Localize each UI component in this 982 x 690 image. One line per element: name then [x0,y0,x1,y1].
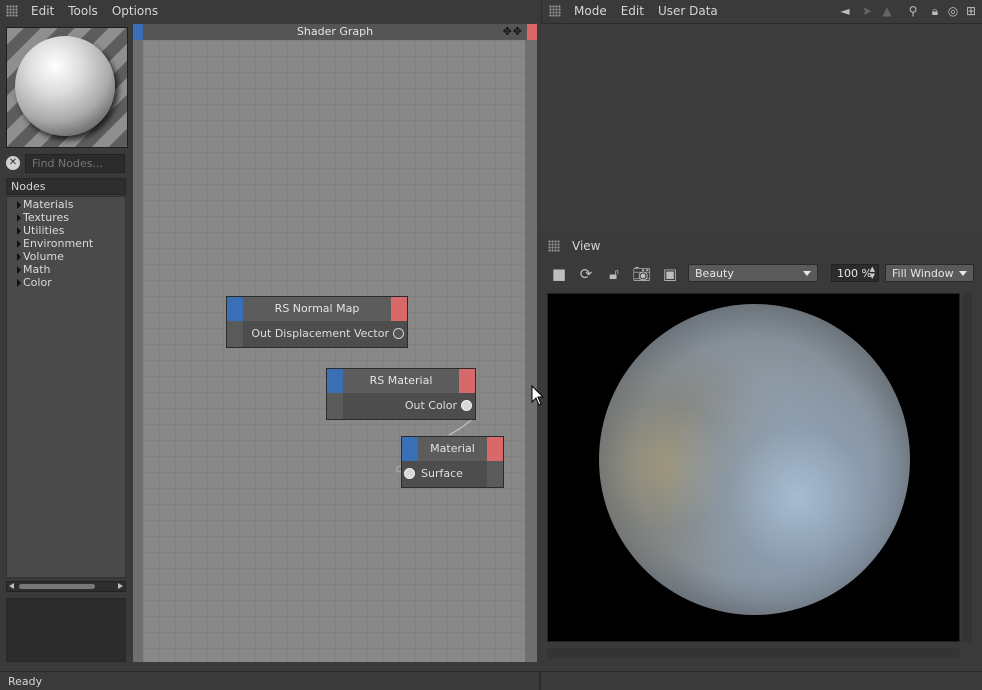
nodes-horizontal-scrollbar[interactable] [6,581,126,592]
expand-arrow-icon[interactable] [17,265,21,274]
zoom-field[interactable]: 100 % ▲ ▼ [831,264,879,282]
tree-item-volume[interactable]: Volume [7,250,125,263]
expand-arrow-icon[interactable] [17,226,21,235]
zoom-stepper-icon[interactable]: ▲ ▼ [870,266,875,280]
tree-item-environment[interactable]: Environment [7,237,125,250]
port-label: Out Displacement Vector [251,327,389,340]
find-nodes-input[interactable] [25,154,125,173]
snapshot-camera-icon[interactable]: 📷︎ [632,264,652,284]
panel-grip-icon[interactable] [548,240,560,252]
material-preview[interactable] [6,27,128,148]
back-arrow-icon[interactable]: ◄ [836,4,854,18]
scroll-right-icon[interactable] [118,583,123,589]
node-title: RS Material [369,374,433,387]
shader-graph-canvas[interactable]: RS Normal Map Out Displacement Vector RS… [133,40,537,662]
view-titlebar: View [541,236,982,256]
menu-tools[interactable]: Tools [61,4,105,18]
input-port-icon[interactable] [404,468,415,479]
tree-item-utilities[interactable]: Utilities [7,224,125,237]
refresh-render-icon[interactable]: ⟳ [576,264,596,284]
left-menubar: Edit Tools Options [0,0,540,22]
forward-arrow-icon[interactable]: ➤ [858,4,876,18]
node-editor-panel: Edit Tools Options ✕ Nodes Materials Tex… [0,0,540,668]
tree-item-materials[interactable]: Materials [7,198,125,211]
lock-icon[interactable]: 🔒︎ [928,4,942,18]
chevron-down-icon [803,271,811,276]
scrollbar-thumb[interactable] [19,584,95,589]
node-input-handle[interactable] [327,369,343,393]
node-output-handle[interactable] [487,437,503,461]
region-render-icon[interactable]: ▣ [660,264,680,284]
node-rs-normal-map[interactable]: RS Normal Map Out Displacement Vector [226,296,408,348]
node-rs-material[interactable]: RS Material Out Color [326,368,476,420]
panel-grip-icon[interactable] [549,5,561,17]
expand-arrow-icon[interactable] [17,239,21,248]
status-text: Ready [8,675,43,688]
attribute-content-area [541,23,982,231]
fit-mode-select[interactable]: Fill Window [885,264,974,282]
node-input-handle[interactable] [402,437,418,461]
scroll-left-icon[interactable] [9,583,14,589]
node-title: RS Normal Map [274,302,360,315]
node-output-handle[interactable] [391,297,407,321]
expand-arrow-icon[interactable] [17,213,21,222]
view-title: View [572,239,601,253]
render-view-image[interactable] [547,293,960,642]
status-bar: Ready [0,671,982,690]
clear-search-icon[interactable]: ✕ [6,156,20,170]
view-vertical-scrollbar[interactable] [962,293,972,642]
node-output-handle[interactable] [459,369,475,393]
status-divider [539,672,541,690]
node-connection-wire [396,405,476,473]
mouse-pointer-icon [531,385,545,406]
tree-item-textures[interactable]: Textures [7,211,125,224]
rendered-sphere [599,304,910,615]
port-label: Out Color [404,399,457,412]
new-panel-icon[interactable]: ⊞ [964,4,978,18]
tree-item-color[interactable]: Color [7,276,125,289]
view-toolbar: ■ ⟳ 🔓︎ 📷︎ ▣ Beauty 100 % ▲ ▼ Fill Window [541,260,982,288]
preview-sphere [15,36,115,136]
shader-graph-title: Shader Graph [296,25,374,38]
view-horizontal-scrollbar[interactable] [547,648,960,658]
shader-graph-titlebar: Shader Graph ✥✥ [133,24,537,40]
aov-select[interactable]: Beauty [688,264,818,282]
output-port-icon[interactable] [393,328,404,339]
expand-arrow-icon[interactable] [17,278,21,287]
menu-edit[interactable]: Edit [614,4,651,18]
menu-options[interactable]: Options [105,4,165,18]
panel-grip-icon[interactable] [6,5,18,17]
nodes-list-header: Nodes [6,178,126,195]
target-icon[interactable]: ◎ [946,4,960,18]
menu-user-data[interactable]: User Data [651,4,725,18]
unlock-icon[interactable]: 🔓︎ [604,264,624,284]
output-port-icon[interactable] [461,400,472,411]
menu-edit[interactable]: Edit [24,4,61,18]
graph-navigation-icon[interactable]: ✥✥ [503,25,523,38]
node-description-box [6,598,126,662]
graph-output-strip [527,24,537,40]
up-arrow-icon[interactable]: ▲ [880,4,894,18]
search-icon[interactable]: ⚲ [906,4,920,18]
expand-arrow-icon[interactable] [17,200,21,209]
port-label: Surface [421,467,463,480]
tree-item-math[interactable]: Math [7,263,125,276]
node-input-handle[interactable] [227,297,243,321]
stop-render-icon[interactable]: ■ [549,264,569,284]
nodes-tree: Materials Textures Utilities Environment… [6,196,126,578]
node-material[interactable]: Material Surface [401,436,504,488]
expand-arrow-icon[interactable] [17,252,21,261]
menu-mode[interactable]: Mode [567,4,614,18]
node-title: Material [430,442,475,455]
chevron-down-icon [959,271,967,276]
